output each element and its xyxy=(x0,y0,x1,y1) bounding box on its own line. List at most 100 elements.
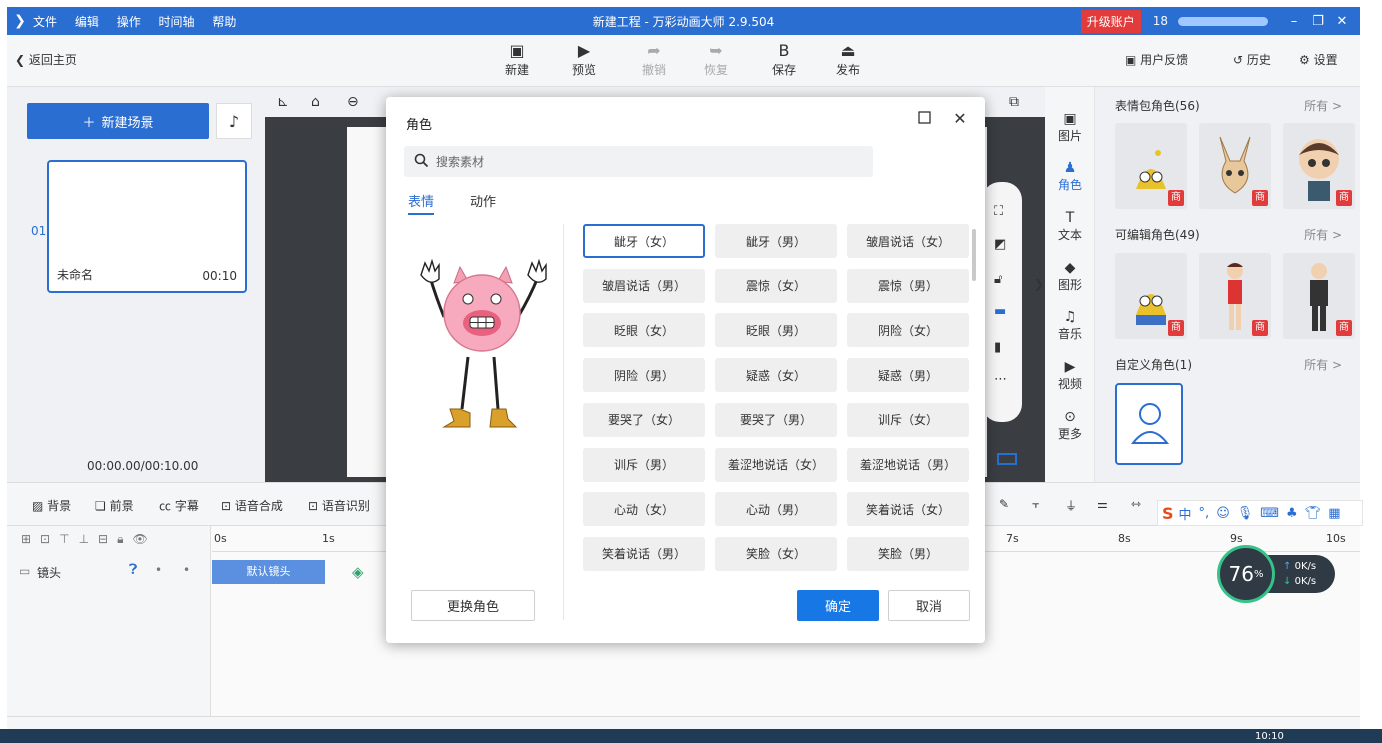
expression-chip[interactable]: 疑惑（女） xyxy=(715,358,837,393)
expression-chip[interactable]: 笑脸（男） xyxy=(847,536,969,571)
copy-icon[interactable]: ⧉ xyxy=(1009,94,1019,110)
character-card[interactable]: 商 xyxy=(1199,253,1271,339)
skin-icon[interactable]: ♣ xyxy=(1286,506,1298,521)
subtitle-button[interactable]: ㏄ 字幕 xyxy=(159,497,199,514)
emoji-all-link[interactable]: 所有 > xyxy=(1304,97,1342,114)
category-shape[interactable]: ◆ 图形 xyxy=(1045,260,1095,293)
sliders-icon[interactable]: ⚌ xyxy=(1097,497,1108,511)
expression-chip[interactable]: 笑着说话（女） xyxy=(847,492,969,527)
preview-button[interactable]: ▶ 预览 xyxy=(564,41,604,78)
editable-all-link[interactable]: 所有 > xyxy=(1304,226,1342,243)
category-character[interactable]: ♟ 角色 xyxy=(1045,160,1095,193)
expression-chip[interactable]: 皱眉说话（男） xyxy=(583,268,705,303)
expression-chip[interactable]: 阴险（女） xyxy=(847,313,969,348)
category-image[interactable]: ▣ 图片 xyxy=(1045,111,1095,144)
tts-button[interactable]: ⊡ 语音合成 xyxy=(221,497,283,514)
settings-button[interactable]: ⚙ 设置 xyxy=(1299,51,1338,68)
default-camera-clip[interactable]: 默认镜头 xyxy=(212,560,325,584)
expression-chip[interactable]: 眨眼（女） xyxy=(583,313,705,348)
search-input[interactable] xyxy=(436,146,856,177)
expression-scrollbar[interactable] xyxy=(972,229,976,281)
character-card[interactable]: 商 xyxy=(1115,123,1187,209)
shirt-icon[interactable]: 👕︎ xyxy=(1305,506,1322,521)
fit-width-icon[interactable]: ⇿ xyxy=(1131,497,1141,511)
expression-chip[interactable]: 要哭了（女） xyxy=(583,402,705,437)
chevron-right-icon[interactable]: ❯ xyxy=(1034,277,1044,291)
maximize-icon[interactable] xyxy=(918,111,932,125)
expression-chip[interactable]: 震惊（女） xyxy=(715,268,837,303)
background-button[interactable]: ▨ 背景 xyxy=(32,497,71,514)
fit-screen-icon[interactable]: ⛶ xyxy=(994,204,1003,219)
cancel-button[interactable]: 取消 xyxy=(888,590,970,621)
foreground-button[interactable]: ❏ 前景 xyxy=(95,497,134,514)
rotate-icon[interactable]: ◩ xyxy=(994,237,1006,252)
undo-button[interactable]: ➦ 撤销 xyxy=(634,41,674,78)
expression-chip[interactable]: 羞涩地说话（女） xyxy=(715,447,837,482)
history-button[interactable]: ↺ 历史 xyxy=(1233,51,1271,68)
tab-action[interactable]: 动作 xyxy=(470,191,496,210)
menu-timeline[interactable]: 时间轴 xyxy=(159,15,195,29)
edit-icon[interactable]: ✎ xyxy=(999,497,1009,511)
split-icon[interactable]: ⫟ xyxy=(1032,497,1039,512)
confirm-button[interactable]: 确定 xyxy=(797,590,879,621)
expression-chip[interactable]: 龇牙（女） xyxy=(583,224,705,258)
memory-usage-ring[interactable]: 76% xyxy=(1217,545,1275,603)
expression-chip[interactable]: 训斥（男） xyxy=(583,447,705,482)
lock-icon[interactable]: 🔓︎ xyxy=(994,272,1002,287)
publish-button[interactable]: ⏏ 发布 xyxy=(828,41,868,78)
expression-chip[interactable]: 心动（男） xyxy=(715,492,837,527)
character-card[interactable]: 商 xyxy=(1283,123,1355,209)
category-video[interactable]: ▶ 视频 xyxy=(1045,359,1095,392)
help-icon[interactable]: ❓︎ xyxy=(129,562,137,578)
scene-thumbnail[interactable]: 未命名 00:10 xyxy=(47,160,247,293)
menu-operate[interactable]: 操作 xyxy=(117,15,141,29)
align-icon[interactable]: ⊾ xyxy=(277,94,289,110)
expression-chip[interactable]: 心动（女） xyxy=(583,492,705,527)
minimize-icon[interactable]: – xyxy=(1282,14,1306,29)
expression-chip[interactable]: 震惊（男） xyxy=(847,268,969,303)
track-tools-icons[interactable]: ⊞⊡⊤⊥⊟🔒︎👁︎ xyxy=(21,532,157,547)
replace-character-button[interactable]: 更换角色 xyxy=(411,590,535,621)
home-icon[interactable]: ⌂ xyxy=(311,94,320,110)
monitor-icon[interactable]: ▬ xyxy=(994,304,1006,319)
custom-all-link[interactable]: 所有 > xyxy=(1304,356,1342,373)
new-scene-button[interactable]: ＋ 新建场景 xyxy=(27,103,209,139)
category-music[interactable]: ♫ 音乐 xyxy=(1045,309,1095,342)
upgrade-account-button[interactable]: 升级账户 xyxy=(1080,9,1141,33)
character-card[interactable]: 商 xyxy=(1283,253,1355,339)
tab-expression[interactable]: 表情 xyxy=(408,191,435,215)
redo-button[interactable]: ➥ 恢复 xyxy=(696,41,736,78)
menu-file[interactable]: 文件 xyxy=(33,15,57,29)
ime-language[interactable]: 中 xyxy=(1179,504,1192,523)
back-home-button[interactable]: ❮ 返回主页 xyxy=(15,51,77,68)
expression-chip[interactable]: 阴险（男） xyxy=(583,358,705,393)
category-more[interactable]: ⊙ 更多 xyxy=(1045,409,1095,442)
expression-chip[interactable]: 疑惑（男） xyxy=(847,358,969,393)
emoji-icon[interactable]: ☺ xyxy=(1216,506,1230,521)
filter-icon[interactable]: ⏚ xyxy=(1065,497,1077,514)
expression-chip[interactable]: 羞涩地说话（男） xyxy=(847,447,969,482)
custom-character-card[interactable] xyxy=(1115,383,1183,465)
keyframe-add-icon[interactable]: ◈ xyxy=(352,563,364,581)
expression-chip[interactable]: 要哭了（男） xyxy=(715,402,837,437)
restore-icon[interactable]: ❐ xyxy=(1306,14,1330,29)
expression-chip[interactable]: 龇牙（男） xyxy=(715,224,837,258)
category-text[interactable]: T 文本 xyxy=(1045,210,1095,243)
close-icon[interactable]: ✕ xyxy=(1330,14,1354,29)
feedback-button[interactable]: ▣ 用户反馈 xyxy=(1125,51,1188,68)
character-card[interactable]: 商 xyxy=(1115,253,1187,339)
music-note-icon[interactable]: ♪ xyxy=(216,103,252,139)
expression-chip[interactable]: 眨眼（男） xyxy=(715,313,837,348)
zoom-out-icon[interactable]: ⊖ xyxy=(347,94,359,110)
menu-help[interactable]: 帮助 xyxy=(212,15,236,29)
microphone-icon[interactable]: 🎙︎ xyxy=(1237,506,1254,521)
expression-chip[interactable]: 皱眉说话（女） xyxy=(847,224,969,258)
save-button[interactable]: B 保存 xyxy=(764,41,804,78)
more-icon[interactable]: ⋯ xyxy=(994,372,1007,387)
expression-chip[interactable]: 训斥（女） xyxy=(847,402,969,437)
punctuation-icon[interactable]: °, xyxy=(1199,506,1210,521)
character-card[interactable]: 商 xyxy=(1199,123,1271,209)
phone-icon[interactable]: ▮ xyxy=(994,340,1001,355)
asr-button[interactable]: ⊡ 语音识别 xyxy=(308,497,370,514)
new-button[interactable]: ▣ 新建 xyxy=(497,41,537,78)
